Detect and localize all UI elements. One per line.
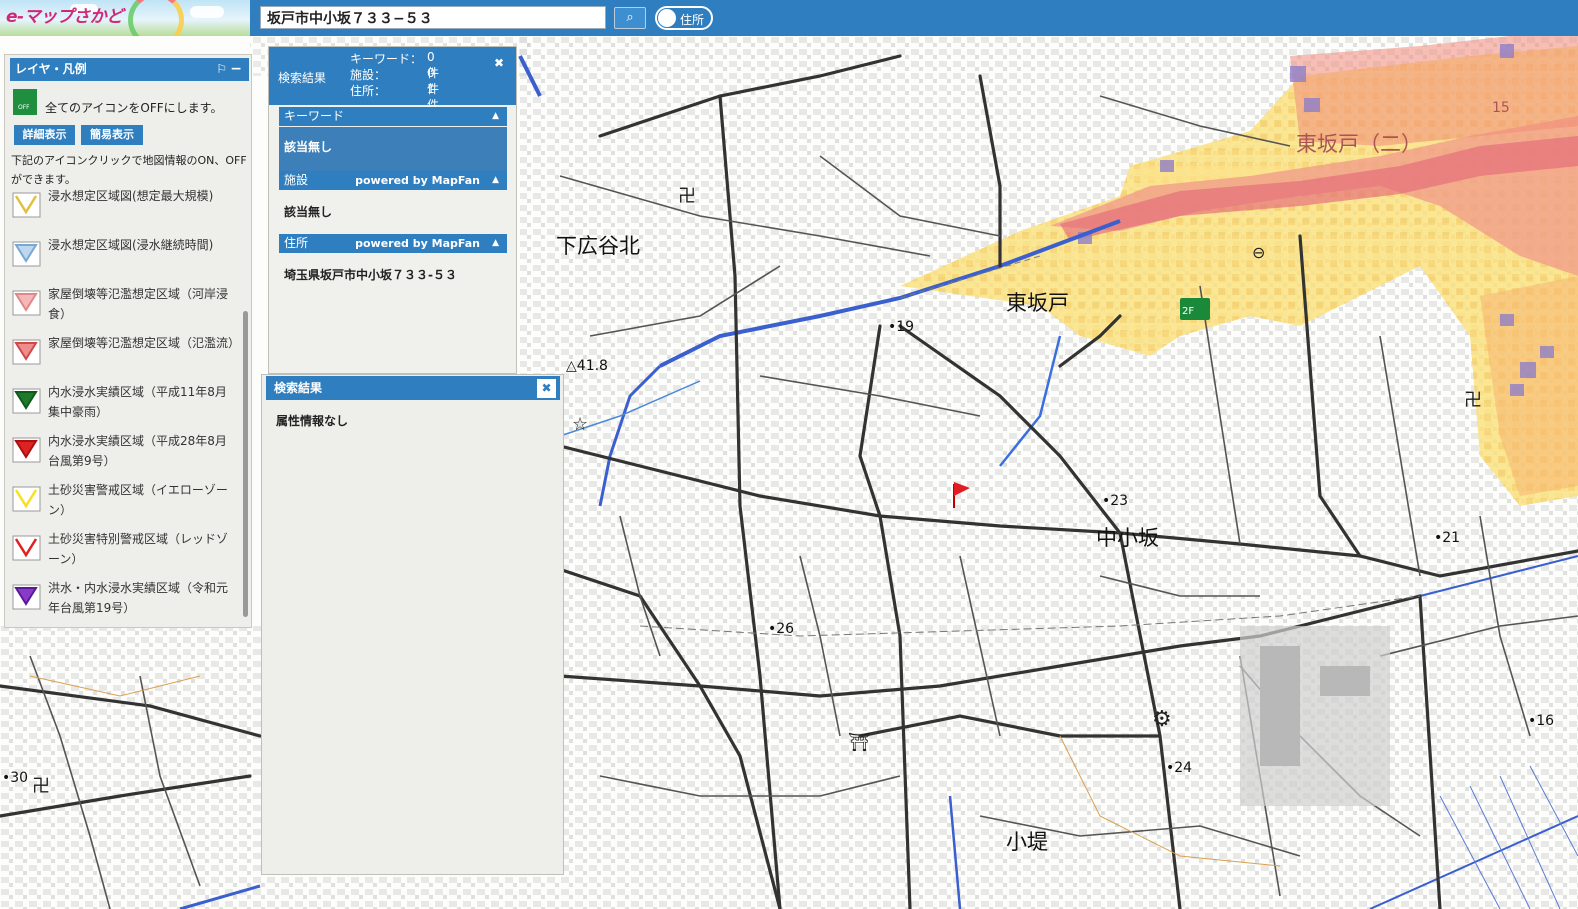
legend-item-flood-max[interactable]: 浸水想定区域図(想定最大規模) bbox=[11, 186, 241, 232]
svg-text:⛩: ⛩ bbox=[848, 732, 871, 753]
bank-erosion-layer-icon bbox=[12, 290, 41, 316]
search-input[interactable] bbox=[260, 6, 606, 29]
attribute-panel: 検索結果 ✖ 属性情報なし bbox=[261, 374, 564, 875]
elevation-label: •24 bbox=[1166, 760, 1193, 776]
powered-by-label: powered by MapFan bbox=[355, 237, 480, 250]
flood-max-layer-icon bbox=[12, 192, 41, 218]
legend-item-label: 家屋倒壊等氾濫想定区域（氾濫流） bbox=[48, 336, 241, 350]
place-label-shimohiroya-kita: 下広谷北 bbox=[556, 234, 640, 258]
legend-item-label: 洪水・内水浸水実績区域（令和元年台風第19号） bbox=[48, 581, 229, 615]
place-label-higashisakado: 東坂戸 bbox=[1006, 291, 1069, 315]
svg-text:卍: 卍 bbox=[1464, 390, 1482, 411]
legend-item-inland-h11[interactable]: 内水浸水実績区域（平成11年8月集中豪雨） bbox=[11, 382, 241, 428]
legend-item-label: 土砂災害特別警戒区域（レッドゾーン） bbox=[48, 532, 229, 566]
legend-item-flood-duration[interactable]: 浸水想定区域図(浸水継続時間) bbox=[11, 235, 241, 281]
svg-text:⊖: ⊖ bbox=[1252, 243, 1265, 262]
search-button[interactable]: ⌕ bbox=[614, 7, 646, 29]
elevation-label: 15 bbox=[1492, 100, 1510, 116]
map-off-icon: OFF bbox=[13, 89, 37, 115]
legend-item-label: 内水浸水実績区域（平成28年8月台風第9号） bbox=[48, 434, 227, 468]
legend-item-label: 浸水想定区域図(浸水継続時間) bbox=[48, 238, 214, 252]
keyword-section-header[interactable]: キーワード ▲ bbox=[279, 107, 507, 126]
svg-text:⚙: ⚙ bbox=[1152, 707, 1172, 732]
keyword-section-body: 該当無し bbox=[279, 127, 507, 171]
toggle-label: 住所 bbox=[680, 13, 705, 27]
minimize-icon[interactable]: − bbox=[230, 58, 242, 81]
r1-typhoon-layer-icon bbox=[12, 584, 41, 610]
attribute-header: 検索結果 ✖ bbox=[266, 376, 560, 400]
layer-legend-panel: レイヤ・凡例 ⚐ − OFF 全てのアイコンをOFFにします。 詳細表示 簡易表… bbox=[4, 54, 252, 628]
legend-item-inland-h28[interactable]: 内水浸水実績区域（平成28年8月台風第9号） bbox=[11, 431, 241, 477]
legend-item-bank-erosion[interactable]: 家屋倒壊等氾濫想定区域（河岸浸食） bbox=[11, 284, 241, 330]
legend-header: レイヤ・凡例 ⚐ − bbox=[10, 58, 249, 81]
overflow-layer-icon bbox=[12, 339, 41, 365]
keyword-count: キーワード： 0件 bbox=[350, 50, 440, 80]
results-header: 検索結果 キーワード： 0件 施設： 0件 住所： 1件 ✖ bbox=[269, 47, 516, 112]
close-icon[interactable]: ✖ bbox=[494, 56, 504, 70]
detail-view-button[interactable]: 詳細表示 bbox=[14, 125, 75, 145]
logo-text: e-マップさかど bbox=[6, 7, 123, 27]
elevation-label: △41.8 bbox=[566, 358, 608, 374]
legend-item-yellow-zone[interactable]: 土砂災害警戒区域（イエローゾーン） bbox=[11, 480, 241, 526]
legend-description: 下記のアイコンクリックで地図情報のON、OFFができます。 bbox=[11, 154, 247, 186]
elevation-label: •23 bbox=[1102, 493, 1129, 509]
facility-section-header[interactable]: 施設 powered by MapFan ▲ bbox=[279, 171, 507, 190]
app-logo[interactable]: e-マップさかど bbox=[0, 0, 250, 36]
results-title: 検索結果 bbox=[278, 71, 327, 85]
legend-item-r1-typhoon[interactable]: 洪水・内水浸水実績区域（令和元年台風第19号） bbox=[11, 578, 241, 621]
collapse-icon[interactable]: ▲ bbox=[492, 107, 499, 126]
legend-item-label: 家屋倒壊等氾濫想定区域（河岸浸食） bbox=[48, 287, 229, 321]
svg-text:☆: ☆ bbox=[572, 414, 588, 435]
attribute-title: 検索結果 bbox=[274, 381, 323, 395]
elevation-label: •26 bbox=[768, 621, 795, 637]
elevation-label: •21 bbox=[1434, 530, 1461, 546]
legend-item-label: 浸水想定区域図(想定最大規模) bbox=[48, 189, 214, 203]
legend-item-overflow[interactable]: 家屋倒壊等氾濫想定区域（氾濫流） bbox=[11, 333, 241, 379]
collapse-icon[interactable]: ▲ bbox=[492, 171, 499, 190]
all-icons-off-button[interactable]: OFF 全てのアイコンをOFFにします。 bbox=[13, 87, 248, 117]
address-mode-toggle[interactable]: 住所 bbox=[655, 6, 713, 30]
facility-count: 施設： 0件 bbox=[350, 66, 440, 96]
close-icon[interactable]: ✖ bbox=[537, 379, 556, 398]
legend-title: レイヤ・凡例 bbox=[15, 62, 87, 76]
inland-flood-h11-layer-icon bbox=[12, 388, 41, 414]
top-bar: e-マップさかど ⌕ 住所 bbox=[0, 0, 1578, 36]
powered-by-label: powered by MapFan bbox=[355, 174, 480, 187]
all-off-text: 全てのアイコンをOFFにします。 bbox=[45, 101, 223, 115]
legend-item-red-zone[interactable]: 土砂災害特別警戒区域（レッドゾーン） bbox=[11, 529, 241, 575]
simple-view-button[interactable]: 簡易表示 bbox=[81, 125, 143, 145]
svg-text:2F: 2F bbox=[1182, 306, 1194, 317]
toggle-knob bbox=[658, 9, 676, 27]
legend-items-list: 浸水想定区域図(想定最大規模) 浸水想定区域図(浸水継続時間) 家屋倒壊等氾濫想… bbox=[11, 186, 241, 621]
attribute-body: 属性情報なし bbox=[276, 414, 349, 428]
elevation-label: •16 bbox=[1528, 713, 1555, 729]
search-results-panel: 検索結果 キーワード： 0件 施設： 0件 住所： 1件 ✖ キーワード ▲ 該当無し… bbox=[268, 46, 517, 374]
address-result-link[interactable]: 埼玉県坂戸市中小坂７３３-５３ bbox=[279, 266, 507, 283]
address-section-header[interactable]: 住所 powered by MapFan ▲ bbox=[279, 234, 507, 253]
search-icon: ⌕ bbox=[626, 10, 634, 25]
place-label-kozutsumi: 小堤 bbox=[1006, 830, 1048, 854]
legend-item-label: 土砂災害警戒区域（イエローゾーン） bbox=[48, 483, 228, 517]
elevation-label: •30 bbox=[2, 770, 29, 786]
collapse-icon[interactable]: ▲ bbox=[492, 234, 499, 253]
svg-text:卍: 卍 bbox=[678, 186, 696, 207]
svg-text:卍: 卍 bbox=[32, 776, 50, 797]
yellow-zone-layer-icon bbox=[12, 486, 41, 512]
place-label-higashisakado-2: 東坂戸（二） bbox=[1296, 132, 1422, 156]
legend-item-label: 内水浸水実績区域（平成11年8月集中豪雨） bbox=[48, 385, 227, 419]
inland-flood-h28-layer-icon bbox=[12, 437, 41, 463]
place-label-nakakosaka: 中小坂 bbox=[1096, 526, 1159, 550]
legend-scrollbar[interactable] bbox=[243, 311, 248, 617]
pin-icon[interactable]: ⚐ bbox=[216, 58, 227, 81]
red-zone-layer-icon bbox=[12, 535, 41, 561]
elevation-label: •19 bbox=[888, 319, 915, 335]
address-count: 住所： 1件 bbox=[350, 82, 440, 112]
facility-section-body: 該当無し bbox=[284, 205, 333, 219]
flood-duration-layer-icon bbox=[12, 241, 41, 267]
